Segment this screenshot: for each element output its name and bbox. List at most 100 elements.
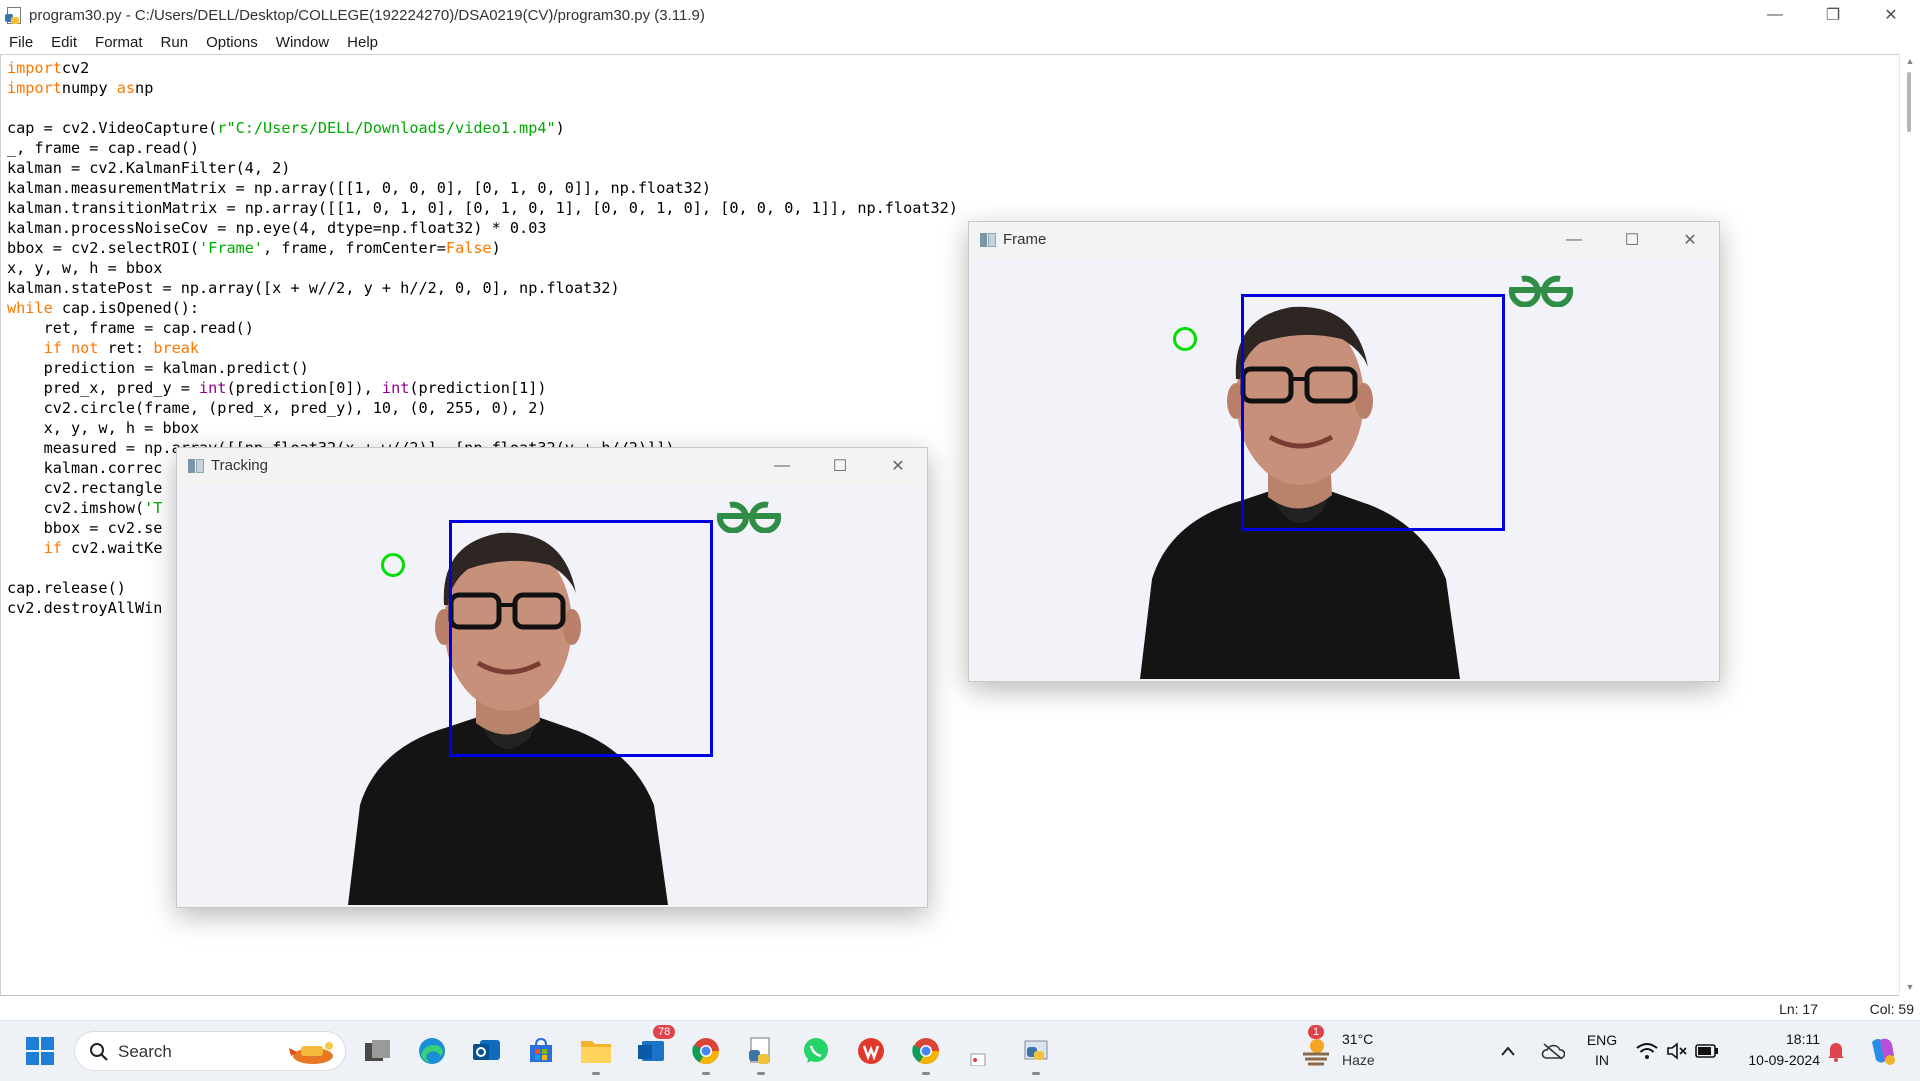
code-token: cv2.circle(frame, (pred_x, pred_y), 10, …	[7, 399, 547, 417]
chrome-taskbar-button[interactable]	[686, 1031, 726, 1075]
code-token: cap.isOpened():	[61, 299, 200, 317]
microsoft-store-icon	[530, 1037, 552, 1062]
menu-edit[interactable]: Edit	[42, 34, 86, 51]
scroll-down-icon[interactable]: ▼	[1900, 982, 1920, 992]
wps-office-icon	[858, 1038, 884, 1064]
code-token: cv2.rectangle	[7, 479, 163, 497]
code-line[interactable]: importcv2	[7, 58, 1899, 78]
menu-format[interactable]: Format	[86, 34, 152, 51]
maximize-icon[interactable]: ☐	[811, 448, 869, 484]
minimize-icon[interactable]: —	[1545, 222, 1603, 258]
chevron-up-icon	[1501, 1046, 1515, 1056]
tracking-bounding-box	[449, 520, 713, 757]
frame-title: Frame	[1003, 231, 1047, 248]
outlook-taskbar-button[interactable]	[467, 1031, 507, 1071]
code-token: kalman.measurementMatrix = np.array([[1,…	[7, 179, 712, 197]
code-line[interactable]	[7, 98, 1899, 118]
vertical-scrollbar[interactable]: ▲ ▼	[1899, 54, 1920, 994]
code-token: _, frame = cap.read()	[7, 139, 200, 157]
python-file-icon	[5, 6, 23, 24]
task-view-button[interactable]	[358, 1031, 398, 1071]
menu-window[interactable]: Window	[267, 34, 338, 51]
menu-help[interactable]: Help	[338, 34, 387, 51]
minimize-icon[interactable]: —	[753, 448, 811, 484]
maximize-icon[interactable]: ☐	[1603, 222, 1661, 258]
haze-weather-icon	[1303, 1039, 1329, 1066]
tracking-window[interactable]: Tracking — ☐ ✕	[176, 447, 928, 908]
code-line[interactable]: _, frame = cap.read()	[7, 138, 1899, 158]
clock-date[interactable]: 10-09-2024	[1736, 1052, 1820, 1068]
language-region[interactable]: IN	[1584, 1052, 1620, 1068]
weather-widget-icon-button[interactable]: 1	[1296, 1025, 1336, 1071]
geeksforgeeks-logo-icon	[716, 501, 782, 533]
copilot-button[interactable]	[1862, 1031, 1902, 1071]
weather-temperature[interactable]: 31°C	[1342, 1031, 1373, 1047]
menu-file[interactable]: File	[0, 34, 42, 51]
wps-office-taskbar-button[interactable]	[851, 1031, 891, 1071]
restore-button[interactable]: ❐	[1804, 0, 1862, 30]
code-token: if not	[43, 339, 99, 357]
file-explorer-taskbar-button[interactable]	[576, 1031, 616, 1075]
folder-icon	[581, 1041, 611, 1063]
notifications-button[interactable]	[1823, 1031, 1849, 1071]
whatsapp-taskbar-button[interactable]	[796, 1031, 836, 1071]
menu-bar: File Edit Format Run Options Window Help	[0, 30, 1920, 54]
code-token: 'T	[144, 499, 163, 517]
code-token: kalman.processNoiseCov = np.eye(4, dtype…	[7, 219, 547, 237]
onedrive-tray-button[interactable]	[1537, 1031, 1569, 1071]
edge-taskbar-button[interactable]	[412, 1031, 452, 1071]
wifi-tray-button[interactable]	[1634, 1031, 1660, 1071]
geeksforgeeks-logo-icon	[1508, 275, 1574, 307]
close-button[interactable]: ✕	[1862, 0, 1920, 30]
code-token: prediction = kalman.predict()	[7, 359, 309, 377]
code-token: x, y, w, h = bbox	[7, 259, 163, 277]
start-button[interactable]	[20, 1031, 60, 1071]
frame-video-frame	[970, 259, 1718, 679]
code-token: 'Frame'	[199, 239, 264, 257]
code-token: kalman.statePost = np.array([x + w//2, y…	[7, 279, 620, 297]
store-taskbar-button[interactable]	[521, 1031, 561, 1071]
code-token: pred_x, pred_y =	[7, 379, 200, 397]
clock-time[interactable]: 18:11	[1736, 1031, 1820, 1047]
code-line[interactable]: kalman = cv2.KalmanFilter(4, 2)	[7, 158, 1899, 178]
code-line[interactable]: importnumpy asnp	[7, 78, 1899, 98]
volume-muted-icon	[1667, 1042, 1687, 1060]
idle-taskbar-button[interactable]	[1016, 1031, 1056, 1075]
code-token: cv2.waitKe	[71, 539, 163, 557]
battery-tray-button[interactable]	[1693, 1031, 1721, 1071]
battery-icon	[1695, 1044, 1718, 1058]
code-token: x, y, w, h = bbox	[7, 419, 200, 437]
close-icon[interactable]: ✕	[869, 448, 927, 484]
scroll-up-icon[interactable]: ▲	[1900, 56, 1920, 66]
language-code[interactable]: ENG	[1584, 1032, 1620, 1048]
minimize-button[interactable]: —	[1746, 0, 1804, 30]
menu-options[interactable]: Options	[197, 34, 267, 51]
close-icon[interactable]: ✕	[1661, 222, 1719, 258]
show-hidden-icons-button[interactable]	[1493, 1031, 1523, 1071]
search-icon	[90, 1043, 108, 1061]
code-token: )	[555, 119, 565, 137]
tracking-title-bar[interactable]: Tracking — ☐ ✕	[177, 448, 927, 484]
code-line[interactable]: kalman.transitionMatrix = np.array([[1, …	[7, 198, 1899, 218]
code-token: kalman = cv2.KalmanFilter(4, 2)	[7, 159, 291, 177]
opencv-window-icon	[188, 459, 204, 473]
python-file-taskbar-button[interactable]	[741, 1031, 781, 1075]
python-file-icon	[749, 1037, 770, 1064]
code-token: np	[135, 79, 154, 97]
weather-description[interactable]: Haze	[1342, 1052, 1375, 1068]
scroll-thumb[interactable]	[1907, 72, 1911, 132]
code-token: cv2	[61, 59, 90, 77]
frame-window[interactable]: Frame — ☐ ✕	[968, 221, 1720, 682]
menu-run[interactable]: Run	[152, 34, 198, 51]
whatsapp-icon	[804, 1038, 828, 1063]
code-line[interactable]: cap = cv2.VideoCapture(r"C:/Users/DELL/D…	[7, 118, 1899, 138]
snipping-tool-taskbar-button[interactable]	[960, 1031, 1000, 1071]
chrome-profile-taskbar-button[interactable]	[906, 1031, 946, 1075]
taskbar-search-box[interactable]: Search	[74, 1031, 346, 1071]
outlook-classic-taskbar-button[interactable]: 78	[631, 1025, 676, 1071]
code-line[interactable]: kalman.measurementMatrix = np.array([[1,…	[7, 178, 1899, 198]
volume-tray-button[interactable]	[1664, 1031, 1690, 1071]
frame-title-bar[interactable]: Frame — ☐ ✕	[969, 222, 1719, 258]
